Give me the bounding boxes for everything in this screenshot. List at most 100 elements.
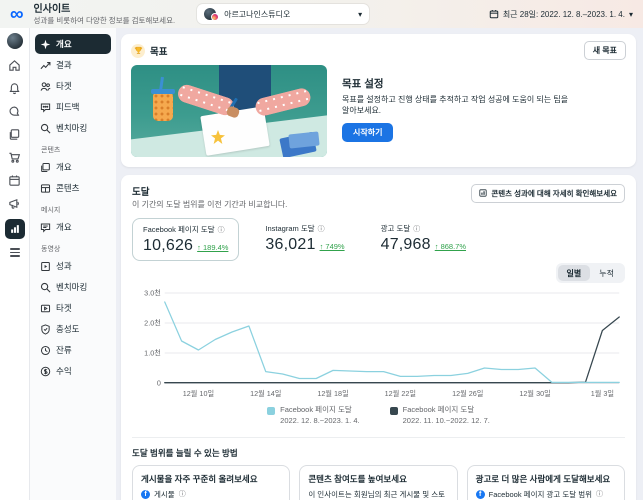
sidebar-item-video-performance[interactable]: 성과 xyxy=(35,256,111,276)
more-menu-icon[interactable] xyxy=(10,248,20,257)
goal-illustration xyxy=(131,65,327,157)
metric-change: ↑ 749% xyxy=(320,242,345,251)
posts-icon[interactable] xyxy=(7,127,23,141)
trend-icon xyxy=(40,60,51,71)
video-audience-icon xyxy=(40,303,51,314)
reach-tips-section: 도달 범위를 늘릴 수 있는 방법 게시물을 자주 꾸준히 올려보세요 f게시물… xyxy=(132,437,625,500)
sidebar-item-results[interactable]: 결과 xyxy=(35,55,111,75)
svg-text:12월 30일: 12월 30일 xyxy=(519,389,551,398)
reach-metrics: Facebook 페이지 도달ⓘ 10,626↑ 189.4% Instagra… xyxy=(132,218,625,261)
svg-text:2.0천: 2.0천 xyxy=(144,318,161,327)
sidebar-item-label: 잔류 xyxy=(56,344,72,356)
meta-business-suite-insights: ∞ 인사이트 성과를 비롯하여 다양한 정보를 검토해보세요. 아르고나인스튜디… xyxy=(0,0,643,500)
insights-chart-icon[interactable] xyxy=(5,219,25,239)
goals-card: 목표 새 목표 목표 설정 목표를 설정하고 진행 상태를 추적하고 작업 성공… xyxy=(121,34,636,167)
sidebar-section-messages: 메시지 xyxy=(41,205,111,215)
video-icon xyxy=(40,261,51,272)
sidebar-item-messages-overview[interactable]: 개요 xyxy=(35,217,111,237)
metric-value: 47,968 xyxy=(381,236,431,254)
chart-legend: Facebook 페이지 도달 2022. 12. 8.~2023. 1. 4.… xyxy=(132,405,625,427)
sidebar-item-label: 수익 xyxy=(56,365,72,377)
info-icon[interactable]: ⓘ xyxy=(179,490,186,499)
chart-mode-toggle: 일별 누적 xyxy=(556,263,625,283)
sidebar-item-revenue[interactable]: 수익 xyxy=(35,361,111,381)
content-performance-button[interactable]: 콘텐츠 성과에 대해 자세히 확인해보세요 xyxy=(471,184,625,203)
profile-avatar[interactable] xyxy=(7,33,23,49)
reach-chart: 01.0천2.0천3.0천12월 10일12월 14일12월 18일12월 22… xyxy=(132,285,625,403)
account-name: 아르고나인스튜디오 xyxy=(224,9,290,20)
sidebar-item-label: 타겟 xyxy=(56,80,72,92)
page-title-block: 인사이트 성과를 비롯하여 다양한 정보를 검토해보세요. xyxy=(34,4,176,25)
messages-chat-icon[interactable] xyxy=(7,104,23,118)
info-icon[interactable]: ⓘ xyxy=(318,224,325,234)
left-icon-rail xyxy=(0,28,30,500)
chevron-down-icon: ▾ xyxy=(358,10,362,19)
legend-swatch-current xyxy=(267,407,275,415)
home-icon[interactable] xyxy=(7,58,23,72)
account-selector[interactable]: 아르고나인스튜디오 ▾ xyxy=(197,4,369,24)
legend-swatch-previous xyxy=(390,407,398,415)
toggle-cumulative[interactable]: 누적 xyxy=(590,265,623,281)
date-range-selector[interactable]: 최근 28일: 2022. 12. 8.–2023. 1. 4. ▾ xyxy=(489,9,633,20)
retention-icon xyxy=(40,345,51,356)
sidebar-item-label: 성과 xyxy=(56,260,72,272)
account-avatar xyxy=(204,7,219,21)
sidebar-item-feedback[interactable]: 피드백 xyxy=(35,97,111,117)
get-started-button[interactable]: 시작하기 xyxy=(342,123,393,142)
ads-megaphone-icon[interactable] xyxy=(7,196,23,210)
facebook-icon: f xyxy=(141,490,150,499)
metric-value: 36,021 xyxy=(265,236,315,254)
toggle-daily[interactable]: 일별 xyxy=(558,265,591,281)
metric-ad-reach[interactable]: 광고 도달ⓘ 47,968↑ 868.7% xyxy=(371,218,476,259)
chevron-down-icon: ▾ xyxy=(629,10,633,19)
reach-section-subtitle: 이 기간의 도달 범위를 이전 기간과 비교합니다. xyxy=(132,199,287,210)
info-icon[interactable]: ⓘ xyxy=(218,225,225,235)
metric-change: ↑ 189.4% xyxy=(197,243,228,252)
notifications-bell-icon[interactable] xyxy=(7,81,23,95)
sidebar-item-label: 개요 xyxy=(56,38,72,50)
meta-logo-icon[interactable]: ∞ xyxy=(10,5,24,24)
docs-icon xyxy=(40,162,51,173)
insights-sidebar: 개요 결과 타겟 피드백 벤치마킹 콘텐츠 개요 콘텐츠 메시지 xyxy=(30,28,116,500)
metric-facebook-page-reach[interactable]: Facebook 페이지 도달ⓘ 10,626↑ 189.4% xyxy=(132,218,239,261)
benchmark-icon xyxy=(40,123,51,134)
svg-text:12월 18일: 12월 18일 xyxy=(317,389,349,398)
sidebar-item-label: 피드백 xyxy=(56,101,79,113)
sidebar-item-label: 벤치마킹 xyxy=(56,122,87,134)
loyalty-shield-icon xyxy=(40,324,51,335)
table-icon xyxy=(40,183,51,194)
sidebar-section-videos: 동영상 xyxy=(41,244,111,254)
tip-card-ads: 광고로 더 많은 사람에게 도달해보세요 fFacebook 페이지 광고 도달… xyxy=(467,465,625,500)
sidebar-item-label: 개요 xyxy=(56,161,72,173)
goal-card-description: 목표를 설정하고 진행 상태를 추적하고 작업 성공에 도움이 되는 팁을 알아… xyxy=(342,94,577,116)
message-icon xyxy=(40,222,51,233)
sidebar-item-audience[interactable]: 타겟 xyxy=(35,76,111,96)
sidebar-item-video-audience[interactable]: 타겟 xyxy=(35,298,111,318)
sidebar-item-benchmarking[interactable]: 벤치마킹 xyxy=(35,118,111,138)
planner-calendar-icon[interactable] xyxy=(7,173,23,187)
sidebar-item-label: 타겟 xyxy=(56,302,72,314)
info-icon[interactable]: ⓘ xyxy=(413,224,420,234)
sidebar-item-content-overview[interactable]: 개요 xyxy=(35,157,111,177)
reach-card: 도달 이 기간의 도달 범위를 이전 기간과 비교합니다. 콘텐츠 성과에 대해… xyxy=(121,175,636,500)
commerce-cart-icon[interactable] xyxy=(7,150,23,164)
new-goal-button[interactable]: 새 목표 xyxy=(584,41,626,60)
sidebar-item-retention[interactable]: 잔류 xyxy=(35,340,111,360)
sidebar-item-video-benchmarking[interactable]: 벤치마킹 xyxy=(35,277,111,297)
sidebar-item-label: 결과 xyxy=(56,59,72,71)
tip-card-post-regularly: 게시물을 자주 꾸준히 올려보세요 f게시물ⓘ 3↑ 50% f스토리ⓘ 00%… xyxy=(132,465,290,500)
svg-text:0: 0 xyxy=(157,378,161,387)
sidebar-item-overview[interactable]: 개요 xyxy=(35,34,111,54)
sidebar-item-loyalty[interactable]: 충성도 xyxy=(35,319,111,339)
facebook-icon: f xyxy=(476,490,485,499)
svg-text:3.0천: 3.0천 xyxy=(144,288,161,297)
metric-instagram-reach[interactable]: Instagram 도달ⓘ 36,021↑ 749% xyxy=(255,218,354,259)
sparkle-icon xyxy=(40,39,51,50)
page-subtitle: 성과를 비롯하여 다양한 정보를 검토해보세요. xyxy=(34,16,176,25)
sidebar-item-content[interactable]: 콘텐츠 xyxy=(35,178,111,198)
svg-text:1.0천: 1.0천 xyxy=(144,348,161,357)
calendar-icon xyxy=(489,9,499,19)
audience-icon xyxy=(40,81,51,92)
info-icon[interactable]: ⓘ xyxy=(596,490,603,499)
svg-text:12월 10일: 12월 10일 xyxy=(183,389,215,398)
